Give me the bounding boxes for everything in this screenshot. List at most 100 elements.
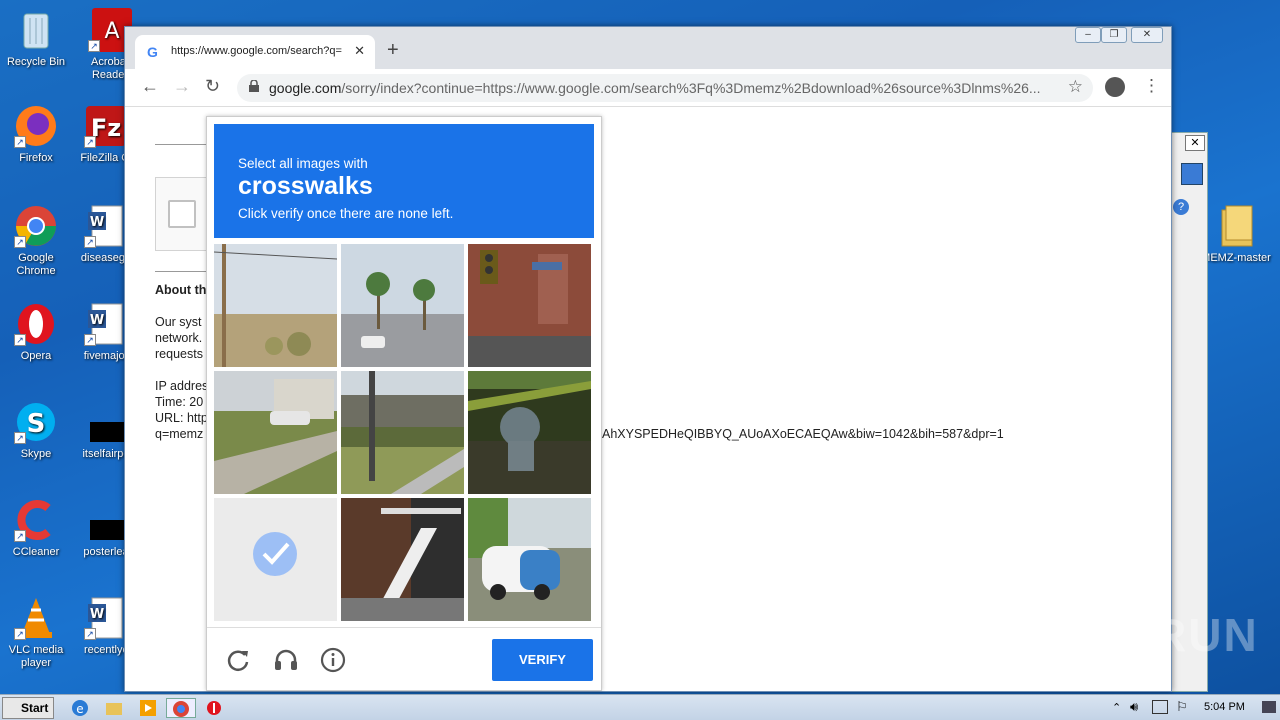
maximize-button[interactable]: ❐ [1101,27,1127,43]
about-heading: About th [155,283,207,297]
captcha-tile[interactable] [468,244,591,367]
desktop-icon-ccleaner[interactable]: ↗ CCleaner [0,498,72,559]
desktop-icon-opera[interactable]: ↗ Opera [0,302,72,363]
recaptcha-checkbox[interactable] [168,200,196,228]
reload-icon[interactable] [225,647,251,673]
opera-icon: ↗ [14,302,58,346]
ccleaner-icon: ↗ [14,498,58,542]
time-line: Time: 20 [155,395,204,409]
info-icon[interactable] [320,647,346,673]
captcha-tile[interactable] [468,498,591,621]
clock: 5:04 PM [1204,701,1245,713]
chrome-taskbar-icon[interactable] [166,698,196,718]
tab-close-icon[interactable]: ✕ [354,43,365,59]
tab-strip: G https://www.google.com/search?q= ✕ + ‒… [125,27,1171,69]
captcha-tile[interactable] [341,371,464,494]
svg-text:S: S [27,409,46,439]
desktop-icon-skype[interactable]: S ↗ Skype [0,400,72,461]
word-document-icon: W ↗ [84,596,128,640]
menu-dots-icon[interactable]: ⋮ [1143,76,1160,96]
network-icon[interactable] [1152,700,1168,714]
close-button[interactable]: ✕ [1131,27,1163,43]
captcha-tile[interactable] [341,498,464,621]
shortcut-arrow-icon: ↗ [84,136,96,148]
ip-address-line: IP addres [155,379,209,393]
forward-arrow-icon[interactable]: → [173,76,191,97]
flag-icon[interactable]: ⚐ [1176,699,1188,715]
desktop-icon-label: Google Chrome [16,252,56,277]
opera-taskbar-icon[interactable] [204,698,224,718]
help-icon[interactable]: ? [1173,199,1189,215]
firefox-icon: ↗ [14,104,58,148]
desktop-icon-vlc[interactable]: ↗ VLC media player [0,596,72,670]
desktop-icon-memz-master[interactable]: MEMZ-master [1196,204,1276,265]
account-icon[interactable] [1105,77,1125,97]
challenge-instruction: Select all images with [238,156,368,171]
skype-icon: S ↗ [14,400,58,444]
url-text: google.com/sorry/index?continue=https://… [269,80,1041,96]
challenge-object: crosswalks [238,172,373,200]
tab-google-search[interactable]: G https://www.google.com/search?q= ✕ [135,35,375,69]
svg-text:W: W [90,607,104,622]
desktop-icon-label: recentlyc [83,644,129,656]
desktop-icon-label: MEMZ-master [1201,252,1271,264]
captcha-tile[interactable] [214,371,337,494]
shortcut-arrow-icon: ↗ [14,432,26,444]
filezilla-icon: Fz ↗ [84,104,128,148]
show-desktop-icon[interactable] [1262,701,1276,713]
body-line: Our syst [155,315,202,329]
watermark: ANY RUN [1036,609,1259,661]
tab-title: https://www.google.com/search?q= [171,45,342,57]
desktop-icon-firefox[interactable]: ↗ Firefox [0,104,72,165]
tray-arrow-icon[interactable]: ⌃ [1112,701,1121,714]
new-tab-button[interactable]: + [387,39,399,62]
url-query-line: q=memz [155,427,204,441]
bookmark-star-icon[interactable]: ☆ [1068,77,1083,97]
body-line: requests [155,347,203,361]
headphones-icon[interactable] [273,647,299,673]
reload-icon[interactable]: ↻ [205,76,220,97]
word-document-icon: W ↗ [84,302,128,346]
browser-toolbar: ← → ↻ google.com/sorry/index?continue=ht… [125,69,1171,107]
captcha-tile[interactable] [341,244,464,367]
shortcut-arrow-icon: ↗ [14,530,26,542]
shortcut-arrow-icon: ↗ [88,40,100,52]
challenge-header: Select all images with crosswalks Click … [214,124,594,238]
search-icon[interactable] [1181,163,1203,185]
desktop-icon-label: VLC media player [8,644,64,669]
black-file-icon [84,498,128,542]
minimize-button[interactable]: ‒ [1075,27,1101,43]
svg-text:A: A [104,19,119,44]
desktop-icon-label: Firefox [19,152,53,164]
body-line: network. [155,331,203,345]
desktop-icon-label: fivemajor [83,350,129,362]
recycle-bin-icon [14,8,58,52]
word-document-icon: W ↗ [84,204,128,248]
captcha-tile-selected[interactable] [214,498,337,621]
desktop-icon-label: itselfairpo [82,448,130,460]
internet-explorer-icon[interactable]: e [70,698,90,718]
desktop-icon-chrome[interactable]: ↗ Google Chrome [0,204,72,278]
google-icon: G [147,44,158,60]
captcha-tile[interactable] [468,371,591,494]
close-icon[interactable]: ✕ [1185,135,1205,151]
desktop-icon-label: Recycle Bin [6,56,66,68]
folder-icon [1214,204,1258,248]
desktop-icon-label: Skype [20,448,52,460]
black-file-icon [84,400,128,444]
shortcut-arrow-icon: ↗ [14,236,26,248]
address-bar[interactable]: google.com/sorry/index?continue=https://… [237,74,1093,102]
captcha-tile[interactable] [214,244,337,367]
recaptcha-challenge: Select all images with crosswalks Click … [206,116,602,691]
volume-icon[interactable]: 🔊︎ [1130,699,1138,715]
verify-button[interactable]: VERIFY [492,639,593,681]
shortcut-arrow-icon: ↗ [14,628,26,640]
back-arrow-icon[interactable]: ← [141,76,159,97]
shortcut-arrow-icon: ↗ [84,236,96,248]
svg-text:W: W [90,215,104,230]
desktop-icon-recycle-bin[interactable]: Recycle Bin [0,8,72,69]
desktop-icon-label: Opera [20,350,52,362]
explorer-folder-icon[interactable] [104,698,124,718]
start-button[interactable]: Start [2,697,54,719]
media-player-icon[interactable] [138,698,158,718]
